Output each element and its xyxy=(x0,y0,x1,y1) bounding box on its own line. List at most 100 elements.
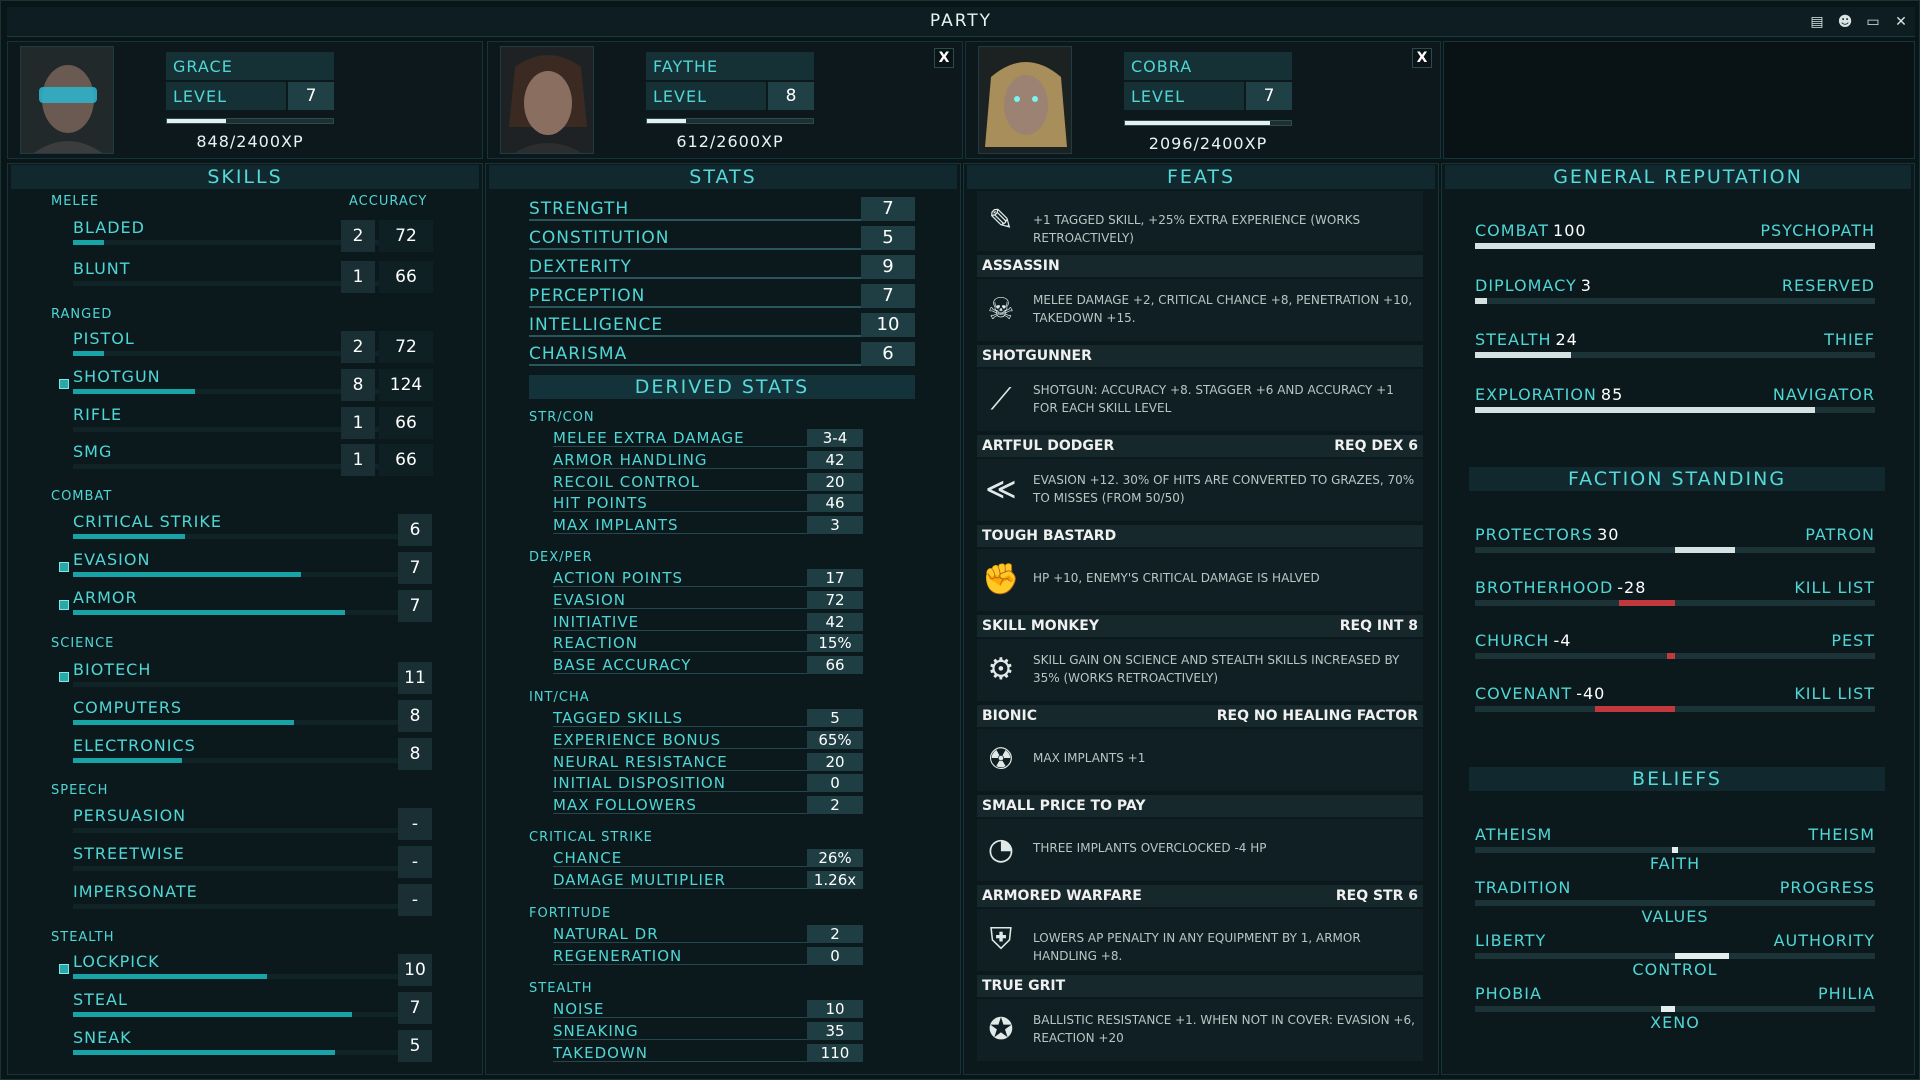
faction-row[interactable]: CHURCH -4 PEST xyxy=(1475,631,1875,663)
feat-card[interactable]: SKILL MONKEY REQ INT 8 ⚙ SKILL GAIN ON SCIE… xyxy=(977,615,1423,701)
stat-row[interactable]: STRENGTH 7 xyxy=(529,197,915,221)
reputation-row[interactable]: EXPLORATION 85 NAVIGATOR xyxy=(1475,385,1875,417)
reputation-row[interactable]: COMBAT 100 PSYCHOPATH xyxy=(1475,221,1875,253)
skill-row[interactable]: EVASION 7 xyxy=(51,550,441,586)
skill-row[interactable]: SMG 1 66 xyxy=(51,442,441,478)
feat-card[interactable]: TRUE GRIT ✪ BALLISTIC RESISTANCE +1. WHEN … xyxy=(977,975,1423,1061)
skill-row[interactable]: BIOTECH 11 xyxy=(51,660,441,696)
stat-row[interactable]: CHARISMA 6 xyxy=(529,342,915,366)
belief-row[interactable]: TRADITION PROGRESS VALUES xyxy=(1475,878,1875,930)
inventory-icon[interactable]: ▤ xyxy=(1807,12,1827,32)
skill-row[interactable]: PISTOL 2 72 xyxy=(51,329,441,365)
remove-member-button[interactable]: X xyxy=(934,48,954,68)
belief-axis-label: VALUES xyxy=(1641,907,1709,926)
character-icon[interactable]: ☻ xyxy=(1835,12,1855,32)
character-name: COBRA xyxy=(1124,52,1292,80)
accuracy-value: 124 xyxy=(379,369,433,401)
derived-row[interactable]: ARMOR HANDLING 42 xyxy=(553,450,863,469)
derived-row[interactable]: NEURAL RESISTANCE 20 xyxy=(553,752,863,771)
derived-row[interactable]: BASE ACCURACY 66 xyxy=(553,656,863,675)
faction-name: PROTECTORS 30 xyxy=(1475,525,1619,544)
derived-name: SNEAKING xyxy=(553,1021,639,1040)
skill-bar-track xyxy=(73,866,413,871)
reputation-row[interactable]: DIPLOMACY 3 RESERVED xyxy=(1475,276,1875,308)
derived-row[interactable]: MAX IMPLANTS 3 xyxy=(553,516,863,535)
derived-row[interactable]: EXPERIENCE BONUS 65% xyxy=(553,730,863,749)
character-card-grace[interactable]: GRACE LEVEL 7 848/2400XP xyxy=(7,41,483,159)
feat-card[interactable]: ASSASSIN ☠ MELEE DAMAGE +2, CRITICAL CHANC… xyxy=(977,255,1423,341)
feat-card[interactable]: SHOTGUNNER ⟋ SHOTGUN: ACCURACY +8. STAGGER… xyxy=(977,345,1423,431)
skill-row[interactable]: CRITICAL STRIKE 6 xyxy=(51,512,441,548)
character-card-cobra[interactable]: COBRA LEVEL 7 2096/2400XP X xyxy=(965,41,1441,159)
faction-row[interactable]: BROTHERHOOD -28 KILL LIST xyxy=(1475,578,1875,610)
skill-row[interactable]: BLUNT 1 66 xyxy=(51,259,441,295)
derived-row[interactable]: INITIATIVE 42 xyxy=(553,612,863,631)
skill-row[interactable]: LOCKPICK 10 xyxy=(51,952,441,988)
derived-row[interactable]: NATURAL DR 2 xyxy=(553,925,863,943)
feat-card[interactable]: ✎ +1 TAGGED SKILL, +25% EXTRA EXPERIENCE … xyxy=(977,191,1423,251)
skill-row[interactable]: SNEAK 5 xyxy=(51,1028,441,1064)
skill-bar-fill xyxy=(73,720,294,725)
reputation-title: NAVIGATOR xyxy=(1772,384,1875,404)
skill-name: ELECTRONICS xyxy=(73,736,196,755)
skill-row[interactable]: ELECTRONICS 8 xyxy=(51,736,441,772)
reputation-row[interactable]: STEALTH 24 THIEF xyxy=(1475,330,1875,362)
feat-body: ✪ BALLISTIC RESISTANCE +1. WHEN NOT IN CO… xyxy=(977,999,1423,1061)
feat-card[interactable]: ARTFUL DODGER REQ DEX 6 ≪ EVASION +12. 30% … xyxy=(977,435,1423,521)
empty-party-slot[interactable] xyxy=(1443,41,1915,159)
armor-icon: ⛨ xyxy=(989,922,1013,957)
feats-header: FEATS xyxy=(967,165,1435,189)
skill-row[interactable]: RIFLE 1 66 xyxy=(51,405,441,441)
feat-card[interactable]: BIONIC REQ NO HEALING FACTOR ☢ MAX IMPLANTS… xyxy=(977,705,1423,791)
derived-value: 66 xyxy=(807,656,863,675)
belief-row[interactable]: ATHEISM THEISM FAITH xyxy=(1475,825,1875,877)
derived-row[interactable]: DAMAGE MULTIPLIER 1.26x xyxy=(553,870,863,889)
derived-row[interactable]: MAX FOLLOWERS 2 xyxy=(553,796,863,815)
derived-row[interactable]: ACTION POINTS 17 xyxy=(553,569,863,587)
faction-row[interactable]: COVENANT -40 KILL LIST xyxy=(1475,684,1875,716)
close-icon[interactable]: ✕ xyxy=(1891,12,1911,32)
belief-row[interactable]: PHOBIA PHILIA XENO xyxy=(1475,984,1875,1036)
skill-row[interactable]: ARMOR 7 xyxy=(51,588,441,624)
derived-row[interactable]: REGENERATION 0 xyxy=(553,946,863,965)
remove-member-button[interactable]: X xyxy=(1412,48,1432,68)
derived-row[interactable]: HIT POINTS 46 xyxy=(553,494,863,513)
skill-row[interactable]: PERSUASION - xyxy=(51,806,441,842)
stat-row[interactable]: DEXTERITY 9 xyxy=(529,255,915,279)
faction-row[interactable]: PROTECTORS 30 PATRON xyxy=(1475,525,1875,557)
faction-value: 30 xyxy=(1597,525,1620,544)
feat-description: HP +10, ENEMY'S CRITICAL DAMAGE IS HALVE… xyxy=(1033,571,1320,585)
derived-row[interactable]: TAKEDOWN 110 xyxy=(553,1043,863,1062)
stat-row[interactable]: CONSTITUTION 5 xyxy=(529,226,915,250)
stat-row[interactable]: INTELLIGENCE 10 xyxy=(529,313,915,337)
skill-value: 10 xyxy=(398,954,432,986)
belief-row[interactable]: LIBERTY AUTHORITY CONTROL xyxy=(1475,931,1875,983)
stat-row[interactable]: PERCEPTION 7 xyxy=(529,284,915,308)
derived-row[interactable]: MELEE EXTRA DAMAGE 3-4 xyxy=(553,429,863,447)
skill-row[interactable]: SHOTGUN 8 124 xyxy=(51,367,441,403)
feat-card[interactable]: ARMORED WARFARE REQ STR 6 ⛨ LOWERS AP PENAL… xyxy=(977,885,1423,971)
derived-row[interactable]: RECOIL CONTROL 20 xyxy=(553,472,863,491)
feat-card[interactable]: TOUGH BASTARD ✊ HP +10, ENEMY'S CRITICAL D… xyxy=(977,525,1423,611)
derived-row[interactable]: INITIAL DISPOSITION 0 xyxy=(553,774,863,793)
skill-row[interactable]: IMPERSONATE - xyxy=(51,882,441,918)
feat-card[interactable]: SMALL PRICE TO PAY ◔ THREE IMPLANTS OVERCL… xyxy=(977,795,1423,881)
derived-row[interactable]: NOISE 10 xyxy=(553,1000,863,1018)
skill-row[interactable]: BLADED 2 72 xyxy=(51,218,441,254)
faction-fill xyxy=(1595,706,1675,712)
skill-row[interactable]: STEAL 7 xyxy=(51,990,441,1026)
skill-row[interactable]: STREETWISE - xyxy=(51,844,441,880)
skill-row[interactable]: COMPUTERS 8 xyxy=(51,698,441,734)
character-card-faythe[interactable]: FAYTHE LEVEL 8 612/2600XP X xyxy=(487,41,963,159)
derived-row[interactable]: TAGGED SKILLS 5 xyxy=(553,709,863,727)
derived-row[interactable]: REACTION 15% xyxy=(553,634,863,653)
derived-value: 72 xyxy=(807,590,863,609)
derived-name: RECOIL CONTROL xyxy=(553,472,700,491)
skill-value: 7 xyxy=(398,552,432,584)
screen-icon[interactable]: ▭ xyxy=(1863,12,1883,32)
derived-row[interactable]: EVASION 72 xyxy=(553,590,863,609)
derived-row[interactable]: CHANCE 26% xyxy=(553,849,863,867)
derived-row[interactable]: SNEAKING 35 xyxy=(553,1021,863,1040)
skill-name: RIFLE xyxy=(73,405,123,424)
derived-name: NOISE xyxy=(553,1000,605,1018)
